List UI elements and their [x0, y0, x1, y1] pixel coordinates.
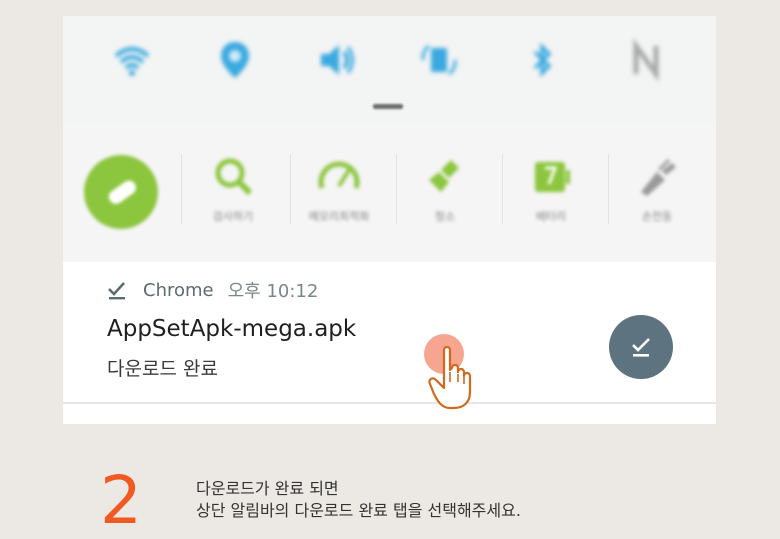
notification-status: 다운로드 완료 — [107, 358, 218, 380]
tile-label: 검사하기 — [212, 210, 254, 223]
tile-speed[interactable]: 메모리최적화 — [289, 140, 389, 240]
step-number: 2 — [100, 462, 142, 539]
location-icon[interactable] — [213, 38, 257, 82]
flashlight-icon — [641, 158, 676, 196]
speed-icon — [318, 161, 360, 189]
nfc-icon[interactable] — [624, 38, 668, 82]
divider — [63, 402, 716, 404]
pointing-hand-icon — [428, 345, 472, 410]
bluetooth-icon[interactable] — [520, 38, 564, 82]
notification-app-name: Chrome — [143, 279, 214, 301]
quick-settings-toggles — [63, 16, 716, 124]
battery-icon — [535, 162, 570, 192]
sound-icon[interactable] — [315, 38, 359, 82]
download-notification[interactable]: Chrome 오후 10:12 AppSetApk-mega.apk 다운로드 … — [63, 262, 716, 402]
tile-label: 청소 — [434, 210, 456, 223]
drag-handle[interactable] — [373, 104, 403, 109]
screen-rotation-icon[interactable] — [417, 38, 461, 82]
tile-label: 배터리 — [535, 210, 567, 223]
power-saving-icon — [84, 155, 158, 229]
download-done-icon — [108, 282, 125, 300]
open-download-button[interactable] — [609, 315, 673, 379]
clean-icon — [429, 160, 459, 192]
instruction-line-2: 상단 알림바의 다운로드 완료 탭을 선택해주세요. — [196, 501, 521, 520]
tile-label: 메모리최적화 — [308, 210, 370, 223]
tile-flashlight[interactable]: 손전등 — [607, 140, 707, 240]
notification-shade: 검사하기 메모리최적화 청소 배터리 손전등 Chrome 오후 10:12 A… — [63, 16, 716, 424]
tile-power-saving[interactable] — [73, 140, 173, 240]
instruction-text: 다운로드가 완료 되면 상단 알림바의 다운로드 완료 탭을 선택해주세요. — [196, 478, 521, 522]
tile-label: 손전등 — [641, 210, 673, 223]
search-icon — [215, 158, 253, 196]
tile-search[interactable]: 검사하기 — [183, 140, 283, 240]
notification-file-name: AppSetApk-mega.apk — [107, 316, 357, 342]
wifi-icon[interactable] — [110, 38, 154, 82]
download-done-icon — [632, 338, 650, 357]
tile-separator — [181, 154, 182, 224]
instruction-line-1: 다운로드가 완료 되면 — [196, 479, 339, 498]
notification-time: 오후 10:12 — [227, 281, 319, 302]
tile-battery[interactable]: 배터리 — [501, 140, 601, 240]
tile-clean[interactable]: 청소 — [395, 140, 495, 240]
quick-settings-tiles: 검사하기 메모리최적화 청소 배터리 손전등 — [63, 124, 716, 262]
notification-header: Chrome 오후 10:12 — [107, 276, 318, 304]
